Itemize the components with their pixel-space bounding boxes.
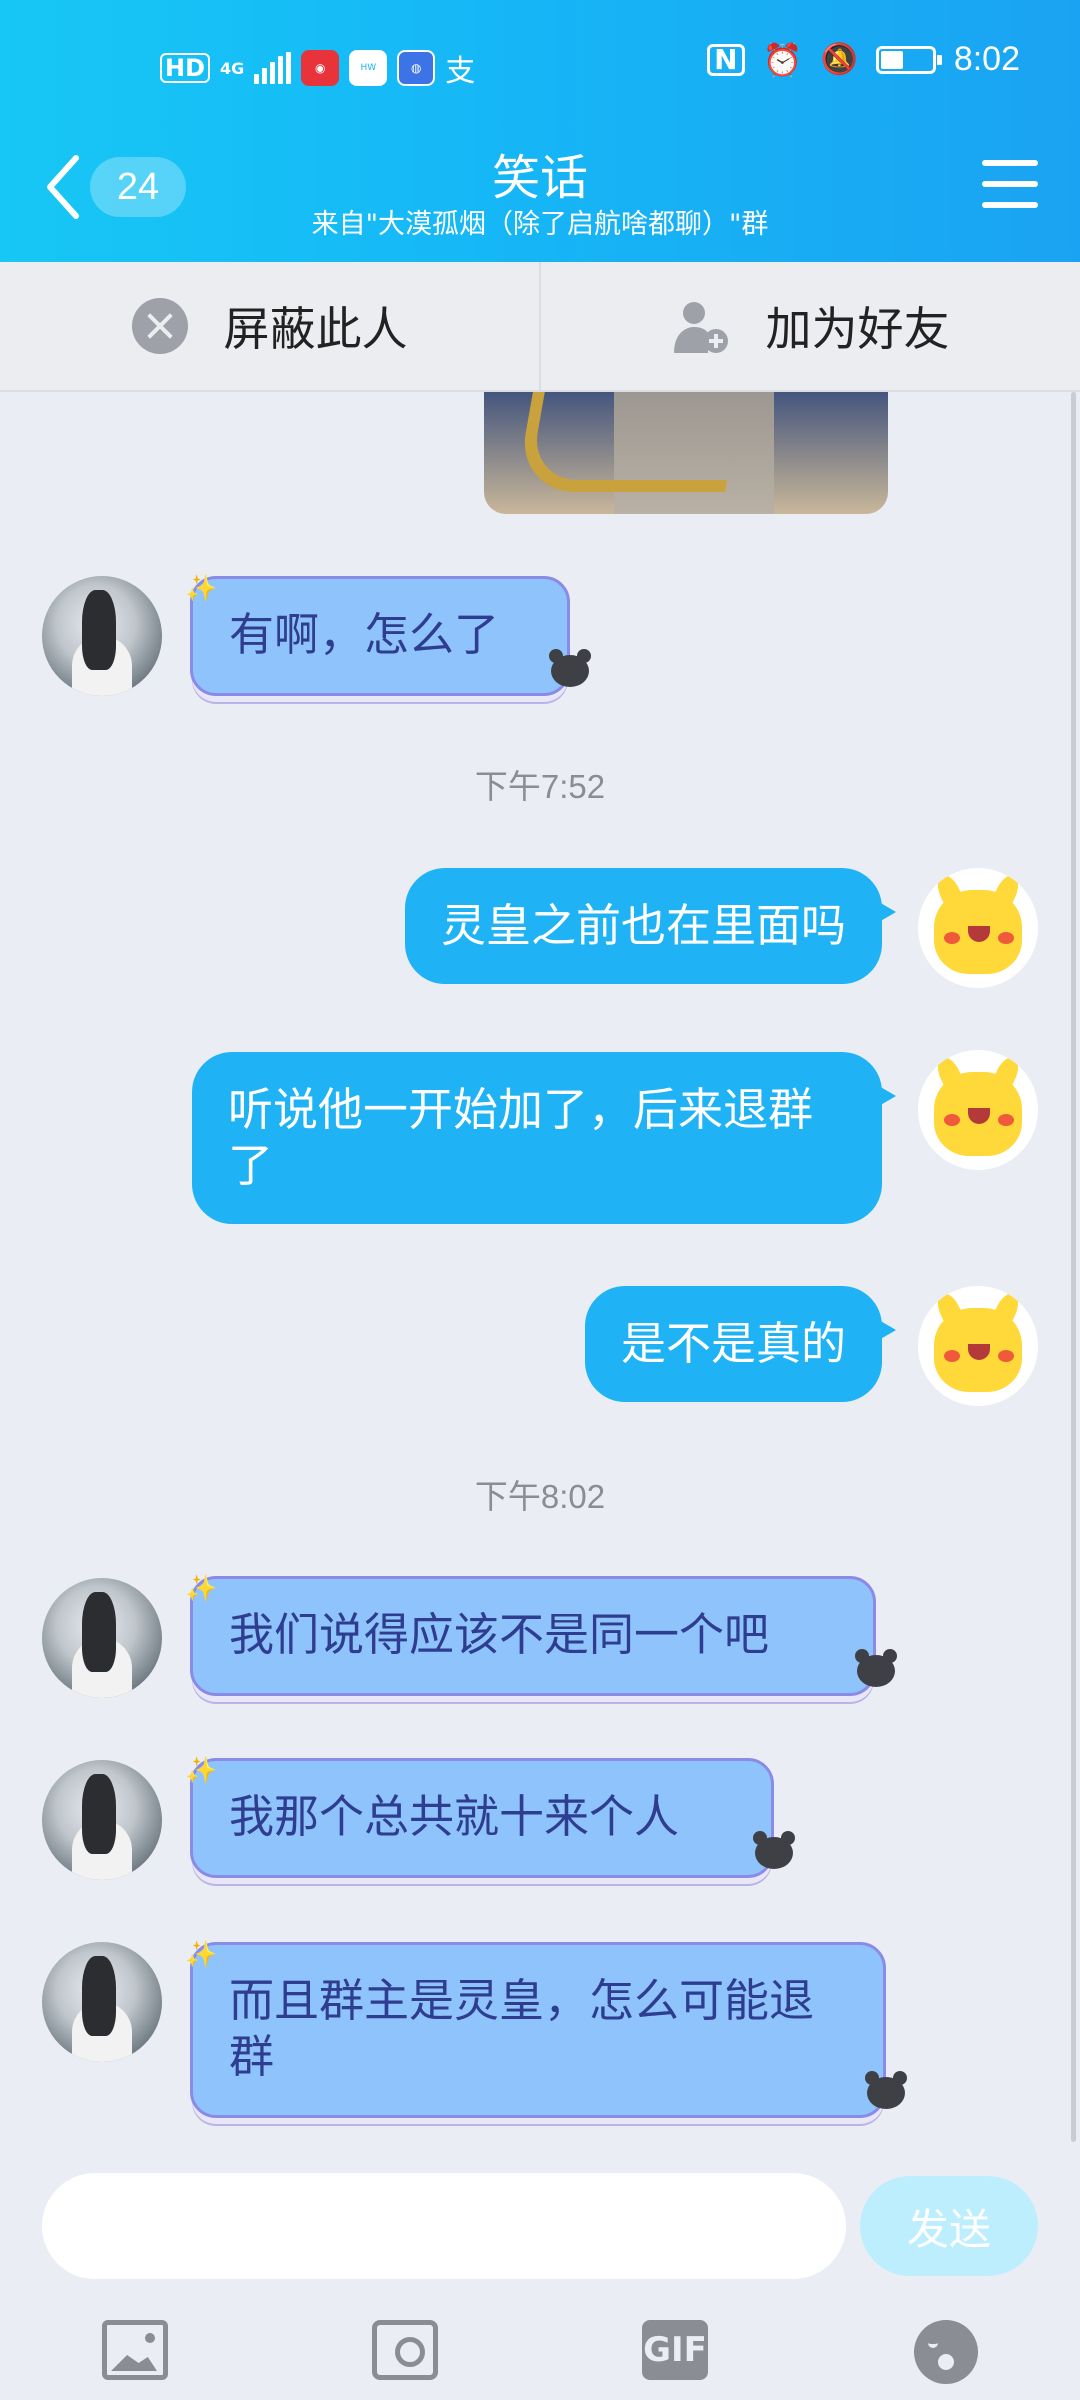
bear-sticker-icon (865, 2071, 907, 2109)
camera-icon[interactable] (372, 2320, 438, 2380)
outgoing-message[interactable]: 是不是真的 (584, 1286, 897, 1402)
message-text: 我们说得应该不是同一个吧 (229, 1608, 770, 1661)
message-text: 我那个总共就十来个人 (229, 1790, 680, 1843)
block-label: 屏蔽此人 (223, 302, 408, 356)
block-user-button[interactable]: 屏蔽此人 (0, 262, 539, 390)
message-text: 是不是真的 (620, 1317, 846, 1370)
outgoing-message[interactable]: 听说他一开始加了，后来退群了 (192, 1052, 896, 1224)
stranger-action-bar: 屏蔽此人 加为好友 (0, 262, 1080, 392)
browser-icon: ◍ (397, 50, 436, 86)
mute-icon: 🔕 (820, 42, 858, 77)
signal-icon (254, 52, 292, 84)
chat-subtitle: 来自"大漠孤烟（除了启航啥都聊）"群 (311, 209, 769, 240)
sender-avatar[interactable] (42, 1760, 162, 1880)
message-list[interactable]: ✨ 有啊，怎么了 下午7:52 灵皇之前也在里面吗 听说他一开始加了，后来退群了… (0, 392, 1080, 2142)
composer-toolbar: GIF (0, 2306, 1080, 2396)
bear-sticker-icon (855, 1649, 897, 1687)
bubble-decoration-icon: ✨ (185, 1940, 218, 1970)
network-type: 4G (220, 58, 245, 78)
image-message[interactable] (484, 392, 888, 514)
nfc-icon: N (707, 43, 745, 76)
clock: 8:02 (953, 40, 1020, 78)
gif-icon[interactable]: GIF (642, 2320, 708, 2380)
menu-icon[interactable] (982, 160, 1038, 208)
message-text: 有啊，怎么了 (229, 608, 500, 661)
add-friend-icon (673, 302, 728, 353)
battery-icon (875, 45, 942, 74)
timestamp: 下午7:52 (474, 768, 606, 805)
chat-title: 笑话 (491, 150, 588, 206)
alipay-icon: 支 (445, 54, 476, 89)
bubble-decoration-icon: ✨ (185, 1756, 218, 1786)
sender-avatar[interactable] (42, 576, 162, 696)
status-bar: HD 4G ◉ HW ◍ 支 N ⏰ 🔕 8:02 (0, 40, 1080, 96)
my-avatar[interactable] (918, 1050, 1038, 1170)
add-friend-label: 加为好友 (765, 302, 950, 356)
sender-avatar[interactable] (42, 1578, 162, 1698)
block-icon (131, 298, 188, 354)
outgoing-message[interactable]: 灵皇之前也在里面吗 (404, 868, 897, 984)
message-input[interactable] (42, 2173, 846, 2279)
huawei-icon: HW (349, 50, 388, 86)
sender-avatar[interactable] (42, 1942, 162, 2062)
my-avatar[interactable] (918, 868, 1038, 988)
timestamp: 下午8:02 (474, 1478, 606, 1515)
incoming-message[interactable]: ✨ 有啊，怎么了 (185, 574, 591, 696)
bubble-decoration-icon: ✨ (185, 1574, 218, 1604)
bear-sticker-icon (549, 649, 591, 687)
composer: 发送 GIF (0, 2142, 1080, 2400)
emoji-icon[interactable] (914, 2320, 978, 2384)
incoming-message[interactable]: ✨ 而且群主是灵皇，怎么可能退群 (185, 1940, 907, 2118)
message-text: 而且群主是灵皇，怎么可能退群 (229, 1974, 815, 2083)
hd-icon: HD (160, 53, 211, 83)
incoming-message[interactable]: ✨ 我们说得应该不是同一个吧 (185, 1574, 897, 1696)
image-icon[interactable] (102, 2320, 168, 2380)
app-icon: ◉ (301, 50, 340, 86)
send-button[interactable]: 发送 (860, 2176, 1038, 2276)
alarm-icon: ⏰ (762, 40, 803, 79)
message-text: 听说他一开始加了，后来退群了 (228, 1083, 814, 1192)
my-avatar[interactable] (918, 1286, 1038, 1406)
bear-sticker-icon (753, 1831, 795, 1869)
incoming-message[interactable]: ✨ 我那个总共就十来个人 (185, 1756, 795, 1878)
title-bar: HD 4G ◉ HW ◍ 支 N ⏰ 🔕 8:02 24 笑话 来自"大漠孤烟（… (0, 0, 1080, 262)
add-friend-button[interactable]: 加为好友 (539, 262, 1080, 390)
message-text: 灵皇之前也在里面吗 (440, 899, 846, 952)
bubble-decoration-icon: ✨ (185, 574, 218, 604)
scrollbar[interactable] (1071, 392, 1076, 2142)
